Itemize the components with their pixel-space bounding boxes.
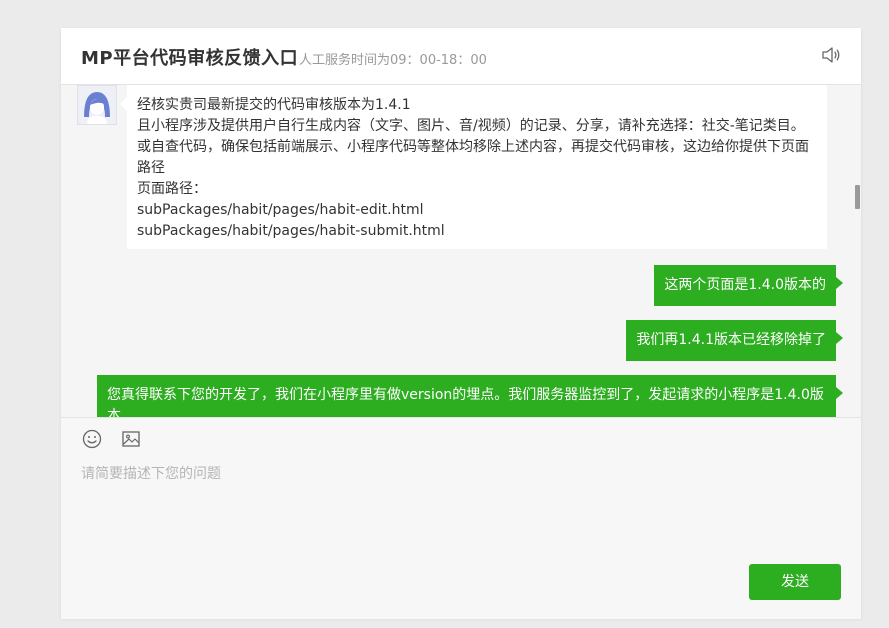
emoji-icon[interactable] [81, 428, 103, 450]
message-list[interactable]: 经核实贵司最新提交的代码审核版本为1.4.1 且小程序涉及提供用户自行生成内容（… [61, 85, 861, 417]
message-line: 经核实贵司最新提交的代码审核版本为1.4.1 [137, 97, 411, 113]
image-icon[interactable] [120, 428, 142, 450]
service-hours: 人工服务时间为09：00-18：00 [299, 53, 487, 68]
speaker-icon[interactable] [821, 44, 843, 66]
outgoing-message: 我们再1.4.1版本已经移除掉了 [626, 320, 843, 361]
message-line: 页面路径： [137, 181, 207, 197]
support-agent-avatar [77, 85, 117, 125]
outgoing-message: 您真得联系下您的开发了，我们在小程序里有做version的埋点。我们服务器监控到… [97, 375, 843, 417]
message-composer: 发送 [61, 417, 861, 619]
message-line: subPackages/habit/pages/habit-submit.htm… [137, 223, 445, 239]
incoming-message: 经核实贵司最新提交的代码审核版本为1.4.1 且小程序涉及提供用户自行生成内容（… [120, 85, 827, 249]
question-input[interactable] [81, 463, 841, 553]
outgoing-message: 这两个页面是1.4.0版本的 [654, 265, 843, 306]
message-line: 且小程序涉及提供用户自行生成内容（文字、图片、音/视频）的记录、分享，请补充选择… [137, 118, 809, 176]
page-title: MP平台代码审核反馈入口 [81, 48, 299, 69]
chat-header: MP平台代码审核反馈入口 人工服务时间为09：00-18：00 [61, 28, 861, 85]
scrollbar-thumb[interactable] [855, 185, 860, 209]
feedback-chat-window: MP平台代码审核反馈入口 人工服务时间为09：00-18：00 经核实贵司最新提… [61, 28, 861, 619]
message-line: subPackages/habit/pages/habit-edit.html [137, 202, 424, 218]
send-button[interactable]: 发送 [749, 564, 841, 600]
